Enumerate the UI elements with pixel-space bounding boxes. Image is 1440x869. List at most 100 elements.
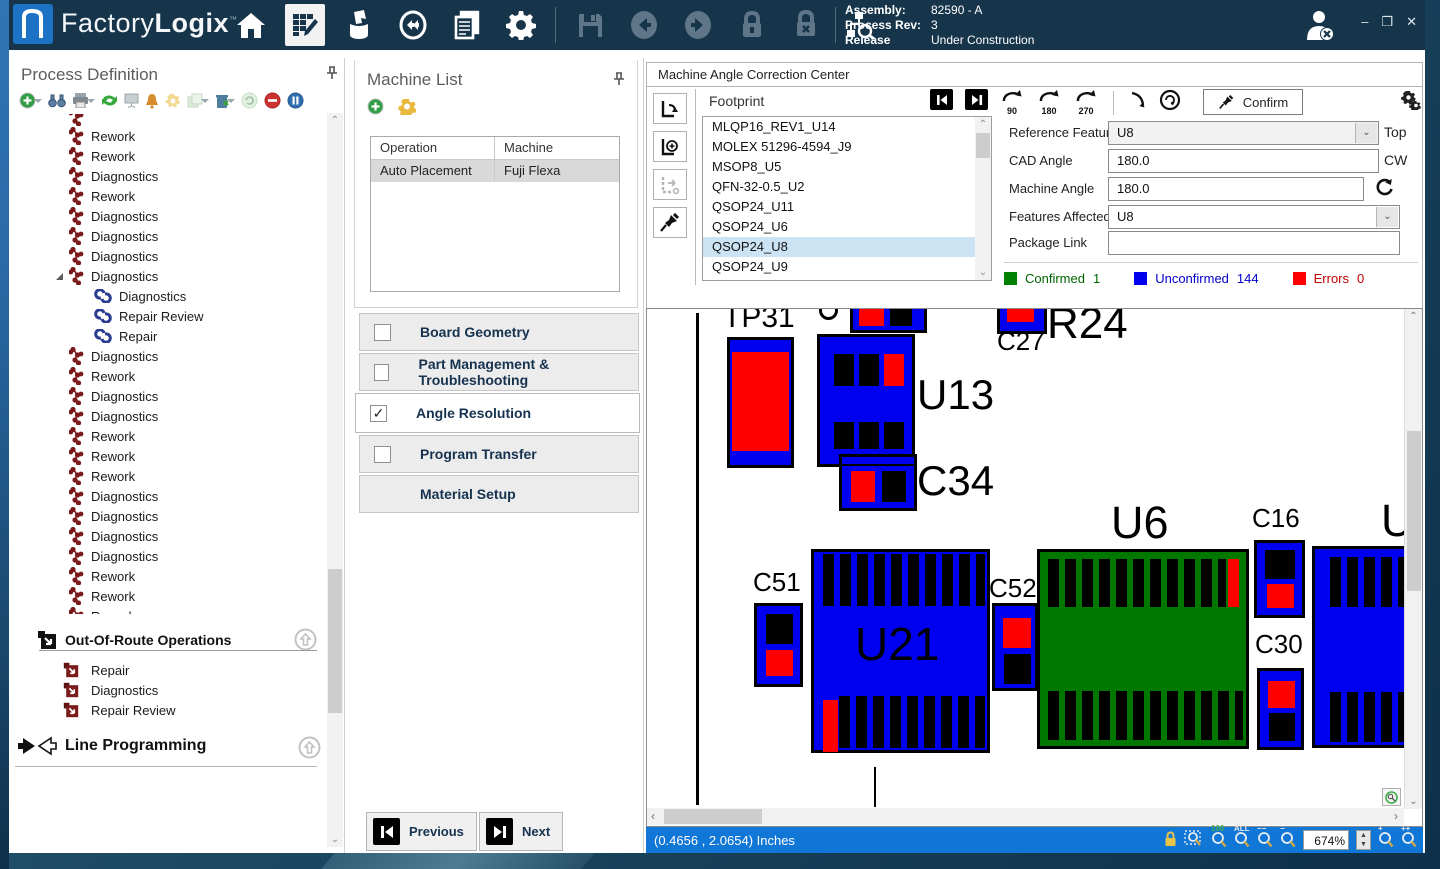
save-icon[interactable] bbox=[570, 4, 610, 46]
close-button[interactable]: ✕ bbox=[1406, 14, 1417, 30]
refresh-icon[interactable] bbox=[241, 92, 258, 109]
section-checkbox[interactable]: ✓ bbox=[370, 405, 387, 422]
rotate-180-icon[interactable]: 180 bbox=[1036, 89, 1062, 116]
column-header-operation[interactable]: Operation bbox=[371, 137, 495, 159]
zoom-all-icon[interactable]: ALL bbox=[1234, 830, 1250, 850]
tree-item-operation[interactable]: Rework bbox=[15, 566, 323, 586]
tree-item-link[interactable]: Diagnostics bbox=[15, 286, 323, 306]
documents-icon[interactable] bbox=[447, 4, 487, 46]
pin-icon[interactable] bbox=[326, 66, 338, 85]
cad-angle-input[interactable]: 180.0 bbox=[1108, 149, 1379, 173]
maximize-button[interactable]: ❒ bbox=[1381, 14, 1393, 30]
footprint-item[interactable]: MSOP8_U5 bbox=[703, 157, 991, 177]
zoom-out-icon[interactable]: −− bbox=[1257, 830, 1273, 850]
sync-icon[interactable] bbox=[101, 93, 118, 108]
rotate-270-icon[interactable]: 270 bbox=[1073, 89, 1099, 116]
refresh-angle-icon[interactable] bbox=[1375, 177, 1394, 203]
back-icon[interactable] bbox=[624, 4, 664, 46]
section-checkbox[interactable] bbox=[374, 364, 389, 381]
tree-item-operation[interactable] bbox=[15, 114, 323, 126]
gear-icon[interactable] bbox=[165, 93, 181, 109]
lock-zoom-icon[interactable] bbox=[1164, 831, 1177, 850]
tree-item-operation[interactable]: Diagnostics bbox=[15, 166, 323, 186]
measure-angle-icon[interactable] bbox=[1128, 90, 1148, 115]
column-header-machine[interactable]: Machine bbox=[495, 137, 619, 159]
tree-item-operation[interactable]: Rework bbox=[15, 426, 323, 446]
tree-item-operation[interactable]: Rework bbox=[15, 146, 323, 166]
binoculars-icon[interactable] bbox=[48, 94, 66, 108]
component-u13[interactable] bbox=[817, 334, 915, 467]
tree-item-operation[interactable]: Rework bbox=[15, 466, 323, 486]
tree-scrollbar[interactable]: ⌃ ⌄ bbox=[327, 113, 343, 847]
section-checkbox[interactable] bbox=[374, 324, 391, 341]
footprint-item[interactable]: QSOP24_U6 bbox=[703, 217, 991, 237]
zoom-out-small-icon[interactable]: − bbox=[1280, 830, 1296, 850]
tree-item-operation[interactable]: Diagnostics bbox=[15, 386, 323, 406]
tree-item-operation[interactable]: Diagnostics bbox=[15, 266, 323, 286]
line-programming-header[interactable]: Line Programming bbox=[17, 734, 206, 758]
rotate-all-icon[interactable] bbox=[653, 131, 687, 162]
tree-item-operation[interactable]: Diagnostics bbox=[15, 546, 323, 566]
apply-offset-icon[interactable] bbox=[653, 169, 687, 200]
tree-item-operation[interactable]: Rework bbox=[15, 366, 323, 386]
zoom-100-icon[interactable]: 100 bbox=[1211, 830, 1227, 850]
copy-icon[interactable] bbox=[187, 93, 209, 108]
component-c34[interactable] bbox=[839, 454, 917, 511]
zoom-spinner[interactable]: ▲▼ bbox=[1356, 830, 1371, 850]
pcb-canvas[interactable]: TP31 U13 bbox=[647, 309, 1405, 809]
component-u-partial[interactable] bbox=[1312, 546, 1405, 748]
features-affected-combo[interactable]: U8 ⌄ bbox=[1108, 205, 1400, 229]
tree-item-operation[interactable]: Rework bbox=[15, 446, 323, 466]
section-part-management-troubleshooting[interactable]: Part Management & Troubleshooting bbox=[359, 353, 639, 391]
next-button[interactable]: Next bbox=[479, 812, 563, 851]
feeder-icon[interactable] bbox=[339, 4, 379, 46]
remove-icon[interactable] bbox=[264, 92, 281, 109]
tree-item-operation[interactable]: Diagnostics bbox=[15, 506, 323, 526]
tree-item-operation[interactable]: Diagnostics bbox=[15, 406, 323, 426]
section-board-geometry[interactable]: Board Geometry bbox=[359, 313, 639, 351]
presentation-icon[interactable] bbox=[124, 93, 139, 108]
tree-item-operation[interactable]: Rework bbox=[15, 586, 323, 606]
zoom-region-icon[interactable] bbox=[1184, 830, 1204, 851]
delete-icon[interactable] bbox=[215, 93, 235, 109]
machine-settings-icon[interactable] bbox=[398, 98, 416, 120]
pcb-vertical-scrollbar[interactable]: ⌃ ⌄ bbox=[1404, 309, 1422, 809]
rotate-90-icon[interactable]: 90 bbox=[999, 89, 1025, 116]
collapse-up-icon[interactable] bbox=[294, 628, 317, 656]
tree-item-link[interactable]: Repair Review bbox=[15, 306, 323, 326]
footprint-item[interactable]: MOLEX 51296-4594_J9 bbox=[703, 137, 991, 157]
lock-icon[interactable] bbox=[732, 4, 772, 46]
tree-item-operation[interactable]: Diagnostics bbox=[15, 246, 323, 266]
process-edit-icon[interactable] bbox=[285, 4, 325, 46]
out-of-route-item[interactable]: Repair bbox=[63, 660, 176, 680]
pin-icon[interactable] bbox=[613, 72, 625, 91]
auto-rotate-icon[interactable] bbox=[1159, 89, 1181, 116]
minimize-button[interactable]: – bbox=[1361, 14, 1368, 30]
reference-feature-combo[interactable]: U8 ⌄ bbox=[1108, 121, 1379, 145]
footprint-item[interactable]: MLQP16_REV1_U14 bbox=[703, 117, 991, 137]
expand-triangle-icon[interactable] bbox=[55, 269, 65, 284]
machine-angle-input[interactable]: 180.0 bbox=[1108, 177, 1364, 201]
correction-settings-icon[interactable] bbox=[1399, 90, 1421, 115]
component-u6[interactable] bbox=[1037, 549, 1249, 749]
footprint-item[interactable]: QFN-32-0.5_U2 bbox=[703, 177, 991, 197]
zoom-in-icon[interactable]: + bbox=[1378, 830, 1394, 850]
tree-item-operation[interactable]: Diagnostics bbox=[15, 526, 323, 546]
zoom-level-input[interactable]: 674% bbox=[1303, 830, 1349, 850]
section-checkbox[interactable] bbox=[374, 446, 391, 463]
pcb-horizontal-scrollbar[interactable]: ‹ › bbox=[647, 808, 1404, 825]
footprint-item[interactable]: QSOP24_U11 bbox=[703, 197, 991, 217]
component-c30[interactable] bbox=[1257, 668, 1304, 750]
alert-icon[interactable] bbox=[145, 93, 159, 109]
add-icon[interactable] bbox=[19, 92, 42, 109]
footprint-item[interactable]: QSOP24_U8 bbox=[703, 237, 991, 257]
confirm-pin-icon[interactable] bbox=[653, 207, 687, 238]
component-tp31[interactable] bbox=[727, 337, 794, 468]
tree-item-operation[interactable]: Diagnostics bbox=[15, 226, 323, 246]
settings-gear-icon[interactable] bbox=[501, 4, 541, 46]
tree-item-operation[interactable]: Diagnostics bbox=[15, 346, 323, 366]
tree-item-operation[interactable]: Diagnostics bbox=[15, 206, 323, 226]
confirm-button[interactable]: Confirm bbox=[1203, 89, 1303, 115]
section-material-setup[interactable]: Material Setup bbox=[359, 475, 639, 513]
section-angle-resolution[interactable]: ✓Angle Resolution bbox=[355, 393, 640, 433]
